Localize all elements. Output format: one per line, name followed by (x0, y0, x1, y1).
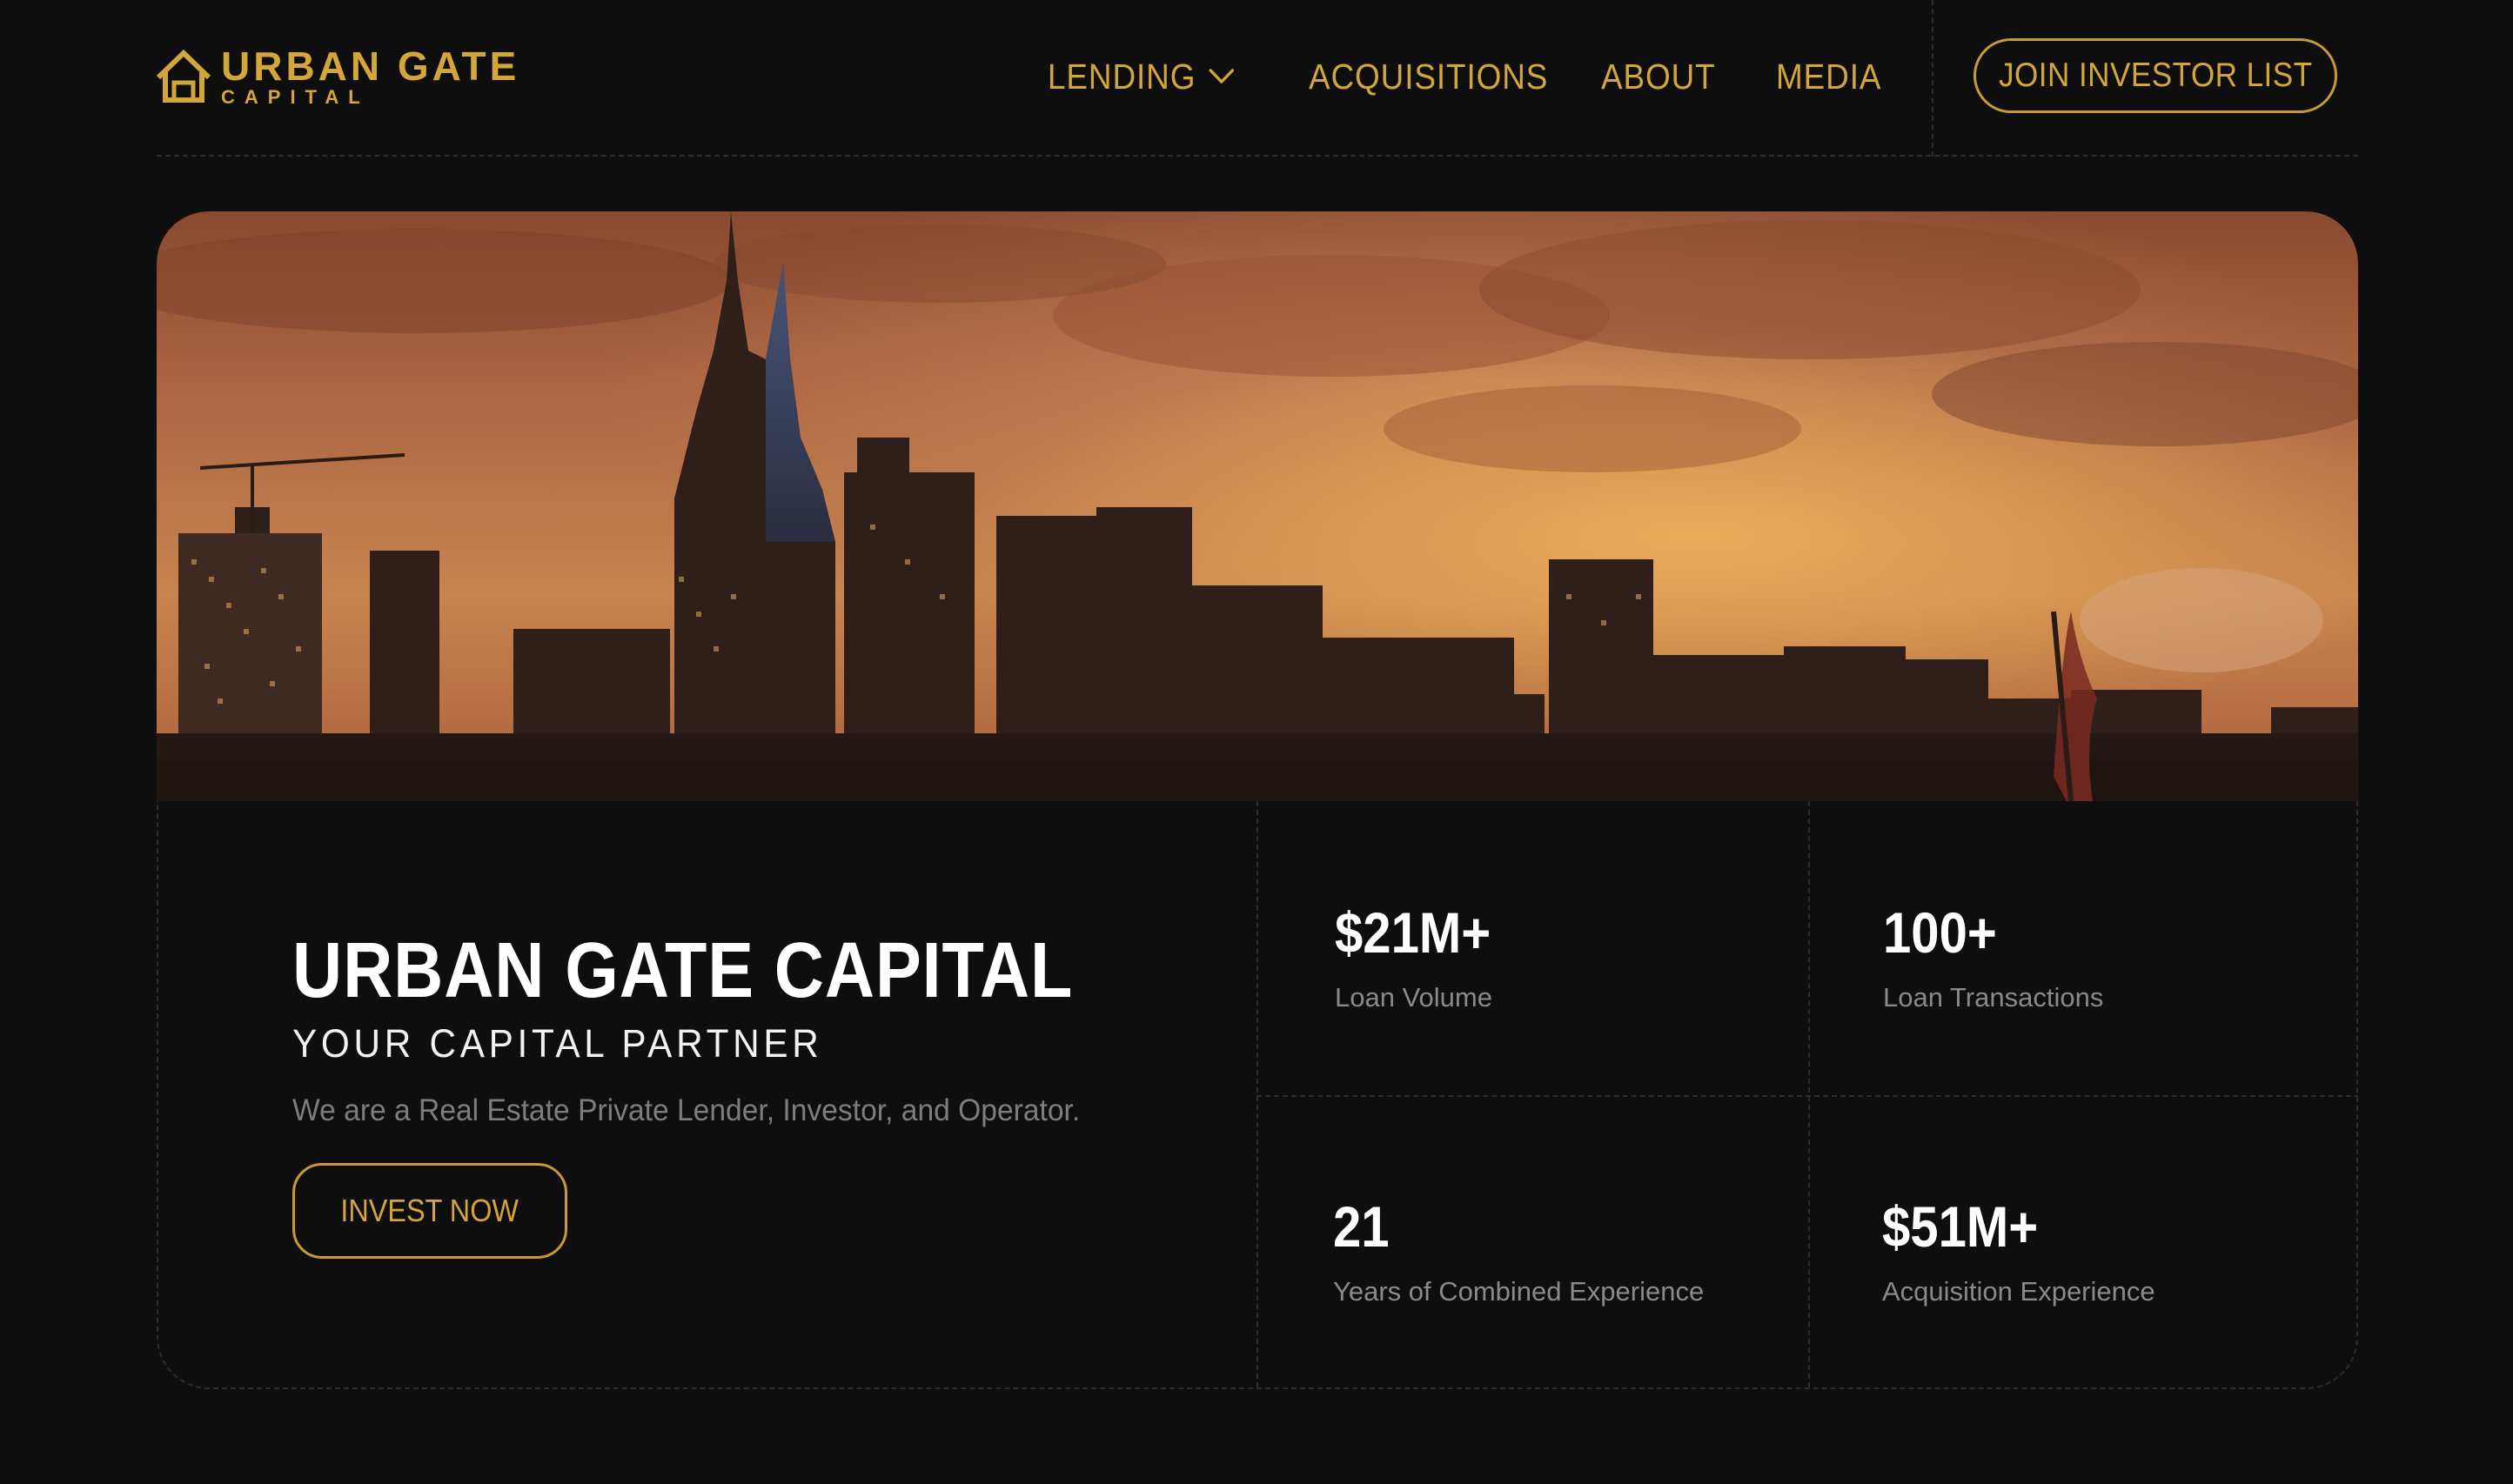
stat-loan-volume: $21M+ Loan Volume (1335, 904, 1512, 1011)
column-divider (1808, 801, 1810, 1387)
hero-description: We are a Real Estate Private Lender, Inv… (292, 1093, 1081, 1127)
column-divider (1256, 801, 1258, 1387)
join-investor-list-button[interactable]: JOIN INVESTOR LIST (1974, 38, 2337, 113)
nav-item-about[interactable]: ABOUT (1601, 57, 1716, 97)
hero-section: URBAN GATE CAPITAL YOUR CAPITAL PARTNER … (157, 211, 2358, 1389)
brand-name: URBAN GATE (221, 43, 520, 89)
hero-title: URBAN GATE CAPITAL (292, 927, 1074, 1014)
invest-now-label: INVEST NOW (340, 1193, 519, 1228)
chevron-down-icon (1209, 69, 1235, 84)
house-gate-icon (156, 49, 211, 103)
stat-label: Loan Volume (1335, 982, 1492, 1013)
stat-value: 21 (1333, 1194, 1390, 1259)
header-divider (1932, 0, 1933, 157)
nav-item-lending[interactable]: LENDING (1048, 57, 1235, 97)
site-header: URBAN GATE CAPITAL LENDING ACQUISITIONS … (0, 0, 2513, 157)
row-divider (1256, 1095, 2358, 1097)
nav-item-lending-label: LENDING (1048, 56, 1196, 97)
stat-value: $21M+ (1335, 900, 1491, 965)
brand-tagline: CAPITAL (221, 86, 370, 108)
stat-label: Acquisition Experience (1882, 1276, 2155, 1307)
stat-value: 100+ (1883, 900, 1997, 965)
brand-wordmark: URBAN GATE CAPITAL (221, 46, 519, 107)
city-skyline-sunset-image (157, 211, 2358, 801)
stat-loan-transactions: 100+ Loan Transactions (1883, 904, 2103, 1011)
brand-logo[interactable]: URBAN GATE CAPITAL (155, 45, 519, 108)
hero-content-panel: URBAN GATE CAPITAL YOUR CAPITAL PARTNER … (157, 801, 2358, 1389)
stat-acquisition-experience: $51M+ Acquisition Experience (1882, 1198, 2155, 1305)
invest-now-button[interactable]: INVEST NOW (292, 1163, 567, 1259)
hero-subtitle: YOUR CAPITAL PARTNER (292, 1021, 823, 1066)
header-bottom-divider (157, 155, 2358, 157)
nav-item-acquisitions[interactable]: ACQUISITIONS (1309, 57, 1548, 97)
stat-label: Loan Transactions (1883, 982, 2104, 1013)
stat-label: Years of Combined Experience (1333, 1276, 1705, 1307)
stat-years-experience: 21 Years of Combined Experience (1333, 1198, 1704, 1305)
nav-item-media[interactable]: MEDIA (1776, 57, 1881, 97)
join-investor-list-label: JOIN INVESTOR LIST (1998, 57, 2313, 94)
stat-value: $51M+ (1882, 1194, 2039, 1259)
